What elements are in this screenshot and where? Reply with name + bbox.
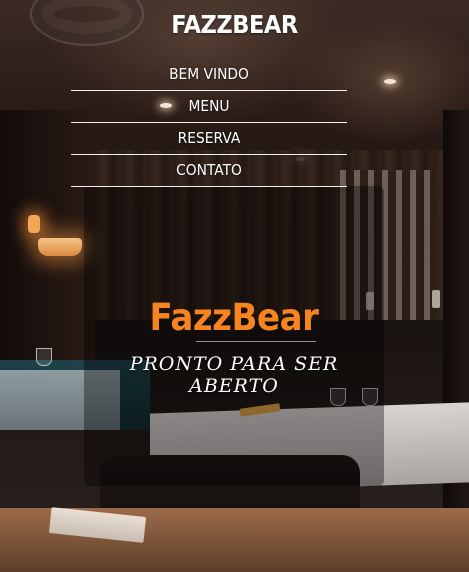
nav-item-label: MENU [188,97,230,115]
nav-item-reserva[interactable]: RESERVA [71,123,347,155]
pillar [443,110,469,572]
nav-item-contato[interactable]: CONTATO [71,155,347,187]
nav-item-label: RESERVA [177,129,241,147]
nav-item-label: BEM VINDO [169,65,249,83]
nav-item-bem-vindo[interactable]: BEM VINDO [71,59,347,91]
site-title: FAZZBEAR [171,10,298,39]
hero-brand-title: FazzBear [149,296,319,339]
page: FAZZBEAR BEM VINDO MENU RESERVA CONTATO … [0,0,469,572]
wine-glass [36,348,52,366]
wall-sconce [28,215,40,233]
divider [196,341,316,342]
table-lamp [38,238,82,256]
ceiling-light [384,79,396,84]
main-nav: BEM VINDO MENU RESERVA CONTATO [59,59,359,187]
hero-tagline: PRONTO PARA SER ABERTO [129,353,339,397]
nav-item-menu[interactable]: MENU [71,91,347,123]
nav-item-label: CONTATO [176,161,242,179]
bottle [432,290,440,308]
